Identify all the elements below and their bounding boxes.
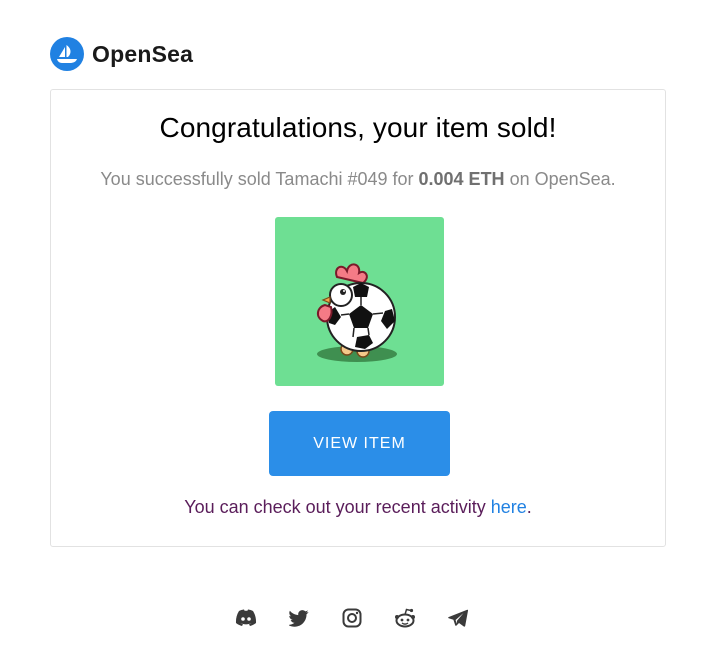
- chicken-soccer-ball-icon: [317, 263, 397, 362]
- instagram-icon[interactable]: [340, 606, 364, 630]
- sale-price: 0.004 ETH: [418, 169, 505, 189]
- brand-name: OpenSea: [92, 40, 194, 67]
- header: OpenSea: [50, 36, 193, 72]
- sale-card: Congratulations, your item sold! You suc…: [50, 89, 666, 547]
- twitter-icon[interactable]: [287, 606, 311, 630]
- card-title: Congratulations, your item sold!: [159, 112, 557, 143]
- discord-icon[interactable]: [234, 606, 258, 630]
- sale-text-suffix: on OpenSea.: [504, 169, 616, 189]
- email-page: OpenSea Congratulations, your item sold!…: [0, 0, 720, 667]
- reddit-icon[interactable]: [393, 606, 417, 630]
- telegram-icon[interactable]: [446, 606, 470, 630]
- activity-text-suffix: .: [526, 497, 532, 517]
- view-item-button[interactable]: VIEW ITEM: [269, 411, 450, 476]
- opensea-logo-icon: [50, 37, 84, 71]
- activity-here-link[interactable]: here: [491, 497, 527, 517]
- sale-description: You successfully sold Tamachi #049 for 0…: [51, 169, 665, 190]
- item-image[interactable]: [275, 217, 444, 386]
- social-links: [234, 606, 470, 630]
- activity-text-prefix: You can check out your recent activity: [184, 497, 491, 517]
- activity-text: You can check out your recent activity h…: [51, 497, 665, 518]
- sale-text-prefix: You successfully sold Tamachi #049 for: [100, 169, 419, 189]
